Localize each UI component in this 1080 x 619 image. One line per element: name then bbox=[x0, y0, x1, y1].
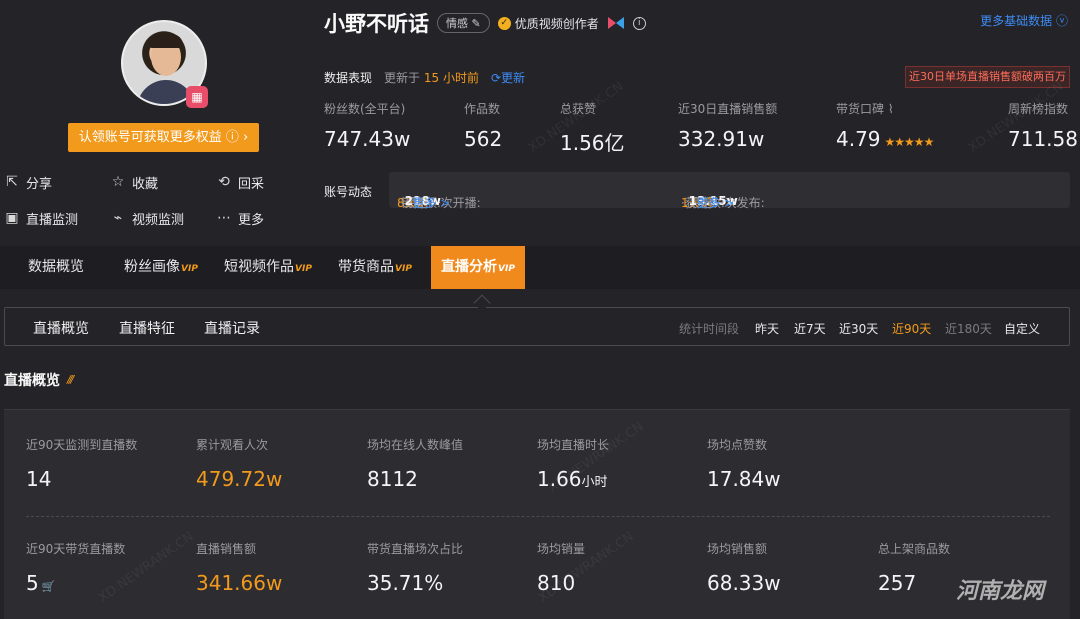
account-name: 小野不听话 bbox=[324, 12, 429, 36]
category-tag[interactable]: 情感 ✎ bbox=[437, 13, 490, 33]
live-overview-panel: 近90天监测到直播数 14 累计观看人次 479.72w 场均在线人数峰值 8112 … bbox=[4, 409, 1070, 619]
cart-icon: 🛒 bbox=[41, 580, 56, 593]
period-90d[interactable]: 近90天 bbox=[892, 320, 931, 337]
main-tab-bar: 数据概览 粉丝画像VIP 短视频作品VIP 带货商品VIP 直播分析VIP bbox=[0, 246, 1080, 289]
section-title: 直播概览 bbox=[4, 373, 60, 389]
kpi-live-count: 近90天监测到直播数 14 bbox=[26, 438, 138, 491]
kpi-peak-online: 场均在线人数峰值 8112 bbox=[367, 438, 464, 491]
subtab-live-features[interactable]: 直播特征 bbox=[119, 318, 175, 338]
sub-tab-bar: 直播概览 直播特征 直播记录 统计时间段 昨天 近7天 近30天 近90天 近1… bbox=[4, 307, 1070, 346]
corner-logo: 河南龙网 bbox=[955, 579, 1044, 604]
kpi-avg-sales: 场均销售额 68.33w bbox=[707, 542, 781, 595]
live-monitor-icon: ▣ bbox=[5, 210, 19, 226]
recollect-label: 回采 bbox=[238, 176, 265, 192]
refresh-button[interactable]: ⟳更新 bbox=[491, 69, 525, 86]
verified-check-icon: ✓ bbox=[497, 16, 511, 30]
share-label: 分享 bbox=[26, 176, 53, 192]
panel-divider bbox=[26, 516, 1050, 517]
account-stats: 粉丝数(全平台) 747.43w 作品数 562 总获赞 1.56亿 近30日直播销售… bbox=[324, 100, 1078, 160]
stat-reputation: 带货口碑 ⌇ 4.79 ★★★★★ bbox=[836, 102, 935, 151]
trend-icon: ⌇ bbox=[887, 102, 894, 116]
favorite-button[interactable]: ☆ 收藏 bbox=[110, 172, 158, 192]
platform-logo-icon bbox=[607, 17, 624, 29]
kpi-avg-likes: 场均点赞数 17.84w bbox=[707, 438, 781, 491]
recollect-button[interactable]: ⟲ 回采 bbox=[216, 172, 264, 192]
tab-short-videos[interactable]: 短视频作品VIP bbox=[224, 246, 312, 289]
period-label: 统计时间段 bbox=[679, 322, 740, 336]
dynamics-box: · 最近一次开播: 8天前 销售额: 218w 更多 > · 最近一次发布: 1天前… bbox=[389, 172, 1070, 211]
subtab-live-records[interactable]: 直播记录 bbox=[204, 318, 260, 338]
period-180d[interactable]: 近180天 bbox=[945, 320, 992, 337]
period-custom[interactable]: 自定义 bbox=[1004, 320, 1040, 337]
video-monitor-label: 视频监测 bbox=[132, 212, 185, 228]
live-monitor-label: 直播监测 bbox=[26, 212, 79, 228]
performance-label: 数据表现 bbox=[324, 71, 373, 85]
kpi-total-products: 总上架商品数 257 bbox=[878, 542, 951, 595]
video-monitor-button[interactable]: ⌁ 视频监测 bbox=[110, 208, 184, 228]
updated-prefix: 更新于 bbox=[384, 71, 421, 85]
section-deco-icon: /// bbox=[67, 373, 74, 386]
more-live-link[interactable]: 更多 > bbox=[412, 194, 450, 211]
stat-fans: 粉丝数(全平台) 747.43w bbox=[324, 102, 411, 151]
account-name-row: 小野不听话 情感 ✎ ✓ 优质视频创作者 i bbox=[324, 8, 646, 38]
verified-badge: ✓ 优质视频创作者 bbox=[497, 15, 599, 32]
share-button[interactable]: ⇱ 分享 bbox=[4, 172, 52, 192]
kpi-total-views: 累计观看人次 479.72w bbox=[196, 438, 283, 491]
dynamics-label: 账号动态 bbox=[324, 185, 373, 199]
updated-time: 15 小时前 bbox=[423, 71, 479, 85]
more-post-link[interactable]: 更多 > bbox=[696, 194, 734, 211]
kpi-live-sales: 直播销售额 341.66w bbox=[196, 542, 283, 595]
subtab-live-overview[interactable]: 直播概览 bbox=[33, 318, 89, 338]
tab-fan-profile[interactable]: 粉丝画像VIP bbox=[124, 246, 198, 289]
performance-row: 数据表现 更新于 15 小时前 ⟳更新 bbox=[324, 69, 525, 86]
replay-icon: ⟲ bbox=[218, 174, 230, 190]
stat-works: 作品数 562 bbox=[464, 102, 503, 151]
period-30d[interactable]: 近30天 bbox=[839, 320, 878, 337]
tab-data-overview[interactable]: 数据概览 bbox=[28, 246, 84, 289]
video-monitor-icon: ⌁ bbox=[113, 210, 123, 226]
more-button[interactable]: ⋯ 更多 bbox=[216, 208, 264, 228]
more-label: 更多 bbox=[238, 212, 265, 228]
kpi-selling-ratio: 带货直播场次占比 35.71% bbox=[367, 542, 464, 595]
profile-card: ▦ 认领账号可获取更多权益 ⓘ › ⇱ 分享 ☆ 收藏 ⟲ 回采 ▣ 直播监测 … bbox=[0, 0, 310, 240]
favorite-label: 收藏 bbox=[132, 176, 159, 192]
period-7d[interactable]: 近7天 bbox=[794, 320, 826, 337]
share-icon: ⇱ bbox=[6, 174, 18, 190]
claim-account-button[interactable]: 认领账号可获取更多权益 ⓘ › bbox=[68, 123, 259, 152]
qr-code-icon[interactable]: ▦ bbox=[186, 86, 208, 108]
period-yesterday[interactable]: 昨天 bbox=[755, 320, 779, 337]
rating-stars-icon: ★★★★★ bbox=[884, 135, 935, 149]
live-monitor-button[interactable]: ▣ 直播监测 bbox=[4, 208, 78, 228]
verified-label: 优质视频创作者 bbox=[514, 16, 599, 31]
record-badge: 近30日单场直播销售额破两百万 bbox=[905, 66, 1070, 88]
tab-products[interactable]: 带货商品VIP bbox=[338, 246, 412, 289]
tab-live-analysis[interactable]: 直播分析VIP bbox=[431, 246, 525, 289]
info-icon[interactable]: i bbox=[632, 16, 646, 30]
stat-live-sales: 近30日直播销售额 332.91w bbox=[678, 102, 778, 151]
star-icon: ☆ bbox=[111, 174, 125, 190]
more-dots-icon: ⋯ bbox=[217, 210, 231, 226]
more-basic-data-link[interactable]: 更多基础数据 ⓥ bbox=[980, 12, 1068, 29]
